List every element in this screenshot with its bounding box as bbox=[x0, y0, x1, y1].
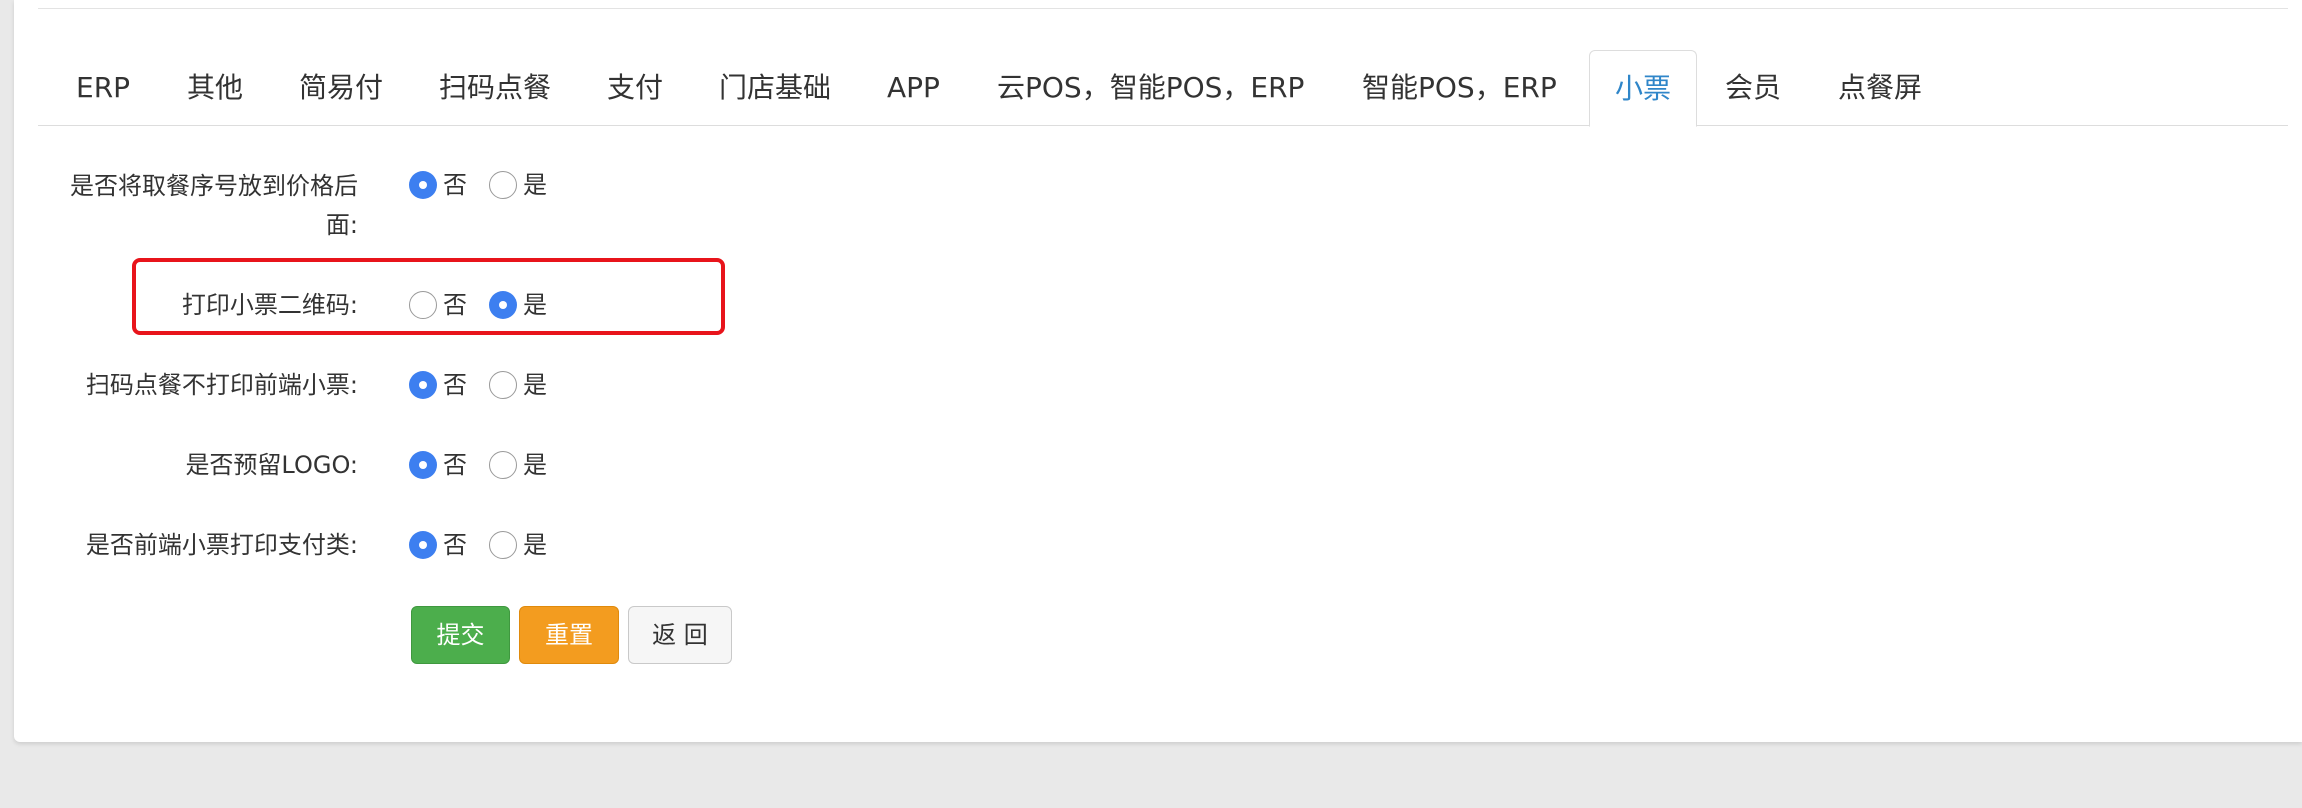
tab-easy-pay[interactable]: 简易付 bbox=[299, 50, 383, 126]
tab-bar: ERP 其他 简易付 扫码点餐 支付 门店基础 APP 云POS，智能POS，E… bbox=[38, 50, 2288, 127]
option-yes-label: 是 bbox=[523, 451, 547, 479]
tab-cloud-pos[interactable]: 云POS，智能POS，ERP bbox=[997, 50, 1304, 126]
radio-pickup-number-yes[interactable] bbox=[489, 171, 517, 199]
tab-other[interactable]: 其他 bbox=[187, 50, 243, 126]
option-yes-label: 是 bbox=[523, 371, 547, 399]
radio-reserve-logo-no[interactable] bbox=[409, 451, 437, 479]
option-no-label: 否 bbox=[443, 171, 467, 199]
tab-smart-pos[interactable]: 智能POS，ERP bbox=[1362, 50, 1557, 126]
label-print-receipt-qrcode: 打印小票二维码: bbox=[181, 291, 358, 319]
radio-print-qrcode-yes[interactable] bbox=[489, 291, 517, 319]
radio-front-payment-yes[interactable] bbox=[489, 531, 517, 559]
top-divider bbox=[38, 8, 2288, 9]
reset-button[interactable]: 重置 bbox=[519, 606, 619, 664]
radio-scan-no-print-yes[interactable] bbox=[489, 371, 517, 399]
radio-reserve-logo-yes[interactable] bbox=[489, 451, 517, 479]
tab-payment[interactable]: 支付 bbox=[607, 50, 663, 126]
radio-front-payment-no[interactable] bbox=[409, 531, 437, 559]
tab-receipt[interactable]: 小票 bbox=[1589, 50, 1697, 127]
option-yes-label: 是 bbox=[523, 171, 547, 199]
label-reserve-logo: 是否预留LOGO: bbox=[185, 451, 358, 479]
option-yes-label: 是 bbox=[523, 531, 547, 559]
option-yes-label: 是 bbox=[523, 291, 547, 319]
option-no-label: 否 bbox=[443, 291, 467, 319]
label-pickup-number-position: 是否将取餐序号放到价格后 bbox=[70, 172, 358, 200]
label-pickup-number-position-line2: 面: bbox=[325, 211, 358, 239]
radio-scan-no-print-no[interactable] bbox=[409, 371, 437, 399]
label-front-receipt-payment: 是否前端小票打印支付类: bbox=[85, 531, 358, 559]
tab-app[interactable]: APP bbox=[887, 50, 940, 126]
tab-store-basic[interactable]: 门店基础 bbox=[719, 50, 831, 126]
tab-order-screen[interactable]: 点餐屏 bbox=[1838, 50, 1922, 126]
tab-member[interactable]: 会员 bbox=[1725, 50, 1781, 126]
tab-scan-order[interactable]: 扫码点餐 bbox=[439, 50, 551, 126]
tab-erp[interactable]: ERP bbox=[76, 50, 130, 126]
option-no-label: 否 bbox=[443, 531, 467, 559]
back-button[interactable]: 返 回 bbox=[628, 606, 732, 664]
submit-button[interactable]: 提交 bbox=[411, 606, 510, 664]
radio-pickup-number-no[interactable] bbox=[409, 171, 437, 199]
label-scan-no-front-receipt: 扫码点餐不打印前端小票: bbox=[85, 371, 358, 399]
option-no-label: 否 bbox=[443, 451, 467, 479]
option-no-label: 否 bbox=[443, 371, 467, 399]
radio-print-qrcode-no[interactable] bbox=[409, 291, 437, 319]
